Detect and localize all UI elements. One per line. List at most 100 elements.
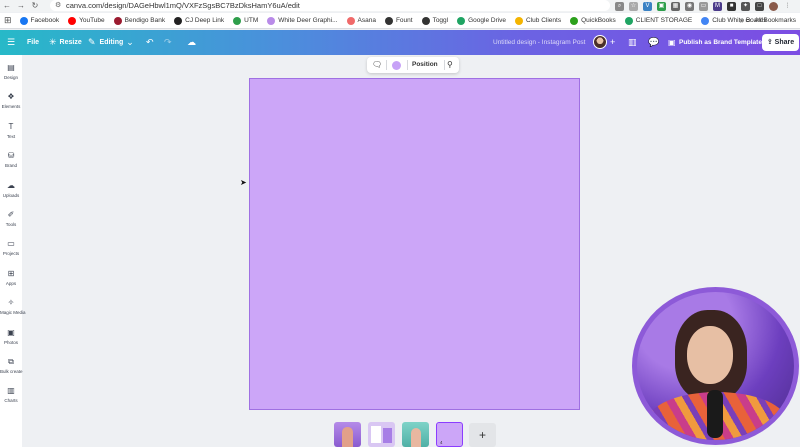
bookmark-label: Toggl — [432, 17, 449, 24]
sidebar-item-label: Design — [3, 75, 18, 80]
zoom-icon[interactable]: ⌕ — [615, 1, 624, 11]
file-menu[interactable]: File — [27, 30, 39, 55]
design-title[interactable]: Untitled design - Instagram Post — [493, 30, 586, 55]
sidebar-item-bulk-create[interactable]: ⧉ Bulk create — [0, 357, 23, 374]
text-icon: T — [8, 121, 14, 131]
bookmark-item[interactable]: CJ Deep Link — [174, 16, 224, 25]
sidebar-item-magic-media[interactable]: ✧ Magic Media — [0, 298, 26, 315]
bookmark-item[interactable]: Toggl — [421, 16, 449, 25]
ai-chat-icon[interactable]: 🗨 — [372, 60, 382, 70]
page-thumbnail[interactable] — [368, 422, 395, 447]
extension-green-icon[interactable]: ▣ — [657, 1, 666, 11]
bookmark-label: Asana — [357, 17, 376, 24]
apps-grid-icon[interactable]: ⊞ — [4, 15, 12, 26]
page-thumbnail-current[interactable]: 4 — [436, 422, 463, 447]
bookmark-favicon-icon — [68, 16, 77, 25]
pencil-icon: ✎ — [88, 37, 96, 47]
bookmark-item[interactable]: Fount — [384, 16, 413, 25]
bookmark-item[interactable]: White Deer Graphi... — [267, 16, 338, 25]
bookmark-item[interactable]: Club Clients — [515, 16, 562, 25]
reload-icon[interactable]: ↻ — [28, 0, 42, 12]
all-bookmarks-button[interactable]: ▭ All Bookmarks — [745, 16, 796, 25]
editing-mode-button[interactable]: ✎ Editing ⌄ — [88, 30, 134, 55]
share-label: Share — [774, 39, 795, 46]
browser-menu-icon[interactable]: ⋮ — [783, 2, 792, 11]
sidebar-item-label: Elements — [1, 104, 21, 110]
bookmark-item[interactable]: Asana — [346, 16, 376, 25]
publish-brand-template-button[interactable]: ▣ Publish as Brand Template — [668, 35, 762, 50]
page-thumbnail[interactable] — [402, 422, 429, 447]
page-thumbnail[interactable] — [334, 422, 361, 447]
sidebar-item-label: Charts — [4, 398, 18, 404]
publish-label: Publish as Brand Template — [679, 39, 762, 46]
back-icon[interactable]: ← — [0, 0, 14, 12]
extension-box-icon[interactable]: □ — [755, 1, 764, 11]
extension-dark-icon[interactable]: ■ — [727, 1, 736, 11]
sidebar-item-label: Apps — [5, 280, 17, 286]
extensions-area: ⌕ ☆ V ▣ ▦ ◉ ▭ M ■ ✦ □ ⋮ — [615, 0, 792, 12]
extension-v-icon[interactable]: V — [643, 1, 652, 11]
bookmark-favicon-icon — [233, 16, 242, 25]
sidebar-item-elements[interactable]: ❖ Elements — [0, 92, 22, 109]
sidebar-item-charts[interactable]: ▥ Charts — [0, 386, 22, 403]
toolbar-divider — [386, 60, 387, 70]
sidebar-item-photos[interactable]: ▣ Photos — [0, 328, 22, 345]
user-avatar[interactable] — [593, 35, 607, 49]
bookmark-label: YouTube — [79, 17, 105, 24]
editor-toolbar: ☰ File ✳ Resize ✎ Editing ⌄ ↶ ↷ ☁ Untitl… — [0, 30, 800, 55]
cloud-sync-icon[interactable]: ☁ — [187, 30, 196, 55]
background-color-swatch[interactable] — [392, 61, 401, 70]
elements-icon: ❖ — [7, 92, 15, 102]
forward-icon[interactable]: → — [14, 0, 28, 12]
bookmarks-overflow-icon[interactable]: » — [740, 16, 744, 25]
insights-chart-icon[interactable]: ▥ — [628, 30, 637, 55]
bookmark-item[interactable]: Google Drive — [457, 16, 507, 25]
bookmark-label: Club Clients — [526, 17, 562, 24]
site-info-icon[interactable]: ⚙ — [55, 0, 61, 11]
charts-icon: ▥ — [7, 386, 15, 396]
star-icon[interactable]: ☆ — [629, 1, 638, 11]
all-bookmarks-label: All Bookmarks — [754, 16, 796, 24]
bookmark-item[interactable]: YouTube — [68, 16, 105, 25]
undo-icon[interactable]: ↶ — [146, 30, 154, 55]
extension-m-icon[interactable]: M — [713, 1, 722, 11]
add-page-button[interactable]: + — [469, 423, 496, 447]
left-sidebar: ▤ Design ❖ Elements T Text ⛁ Brand ☁ Uploads ✐ Tool… — [0, 55, 26, 447]
redo-icon[interactable]: ↷ — [164, 30, 172, 55]
extension-puzzle-icon[interactable]: ✦ — [741, 1, 750, 11]
bookmark-label: Google Drive — [468, 17, 507, 24]
bookmark-item[interactable]: QuickBooks — [570, 16, 616, 25]
sidebar-item-uploads[interactable]: ☁ Uploads — [0, 181, 22, 198]
comment-icon[interactable]: 💬 — [648, 30, 659, 55]
extension-grey-icon[interactable]: ▦ — [671, 1, 680, 11]
add-collaborator-icon[interactable]: + — [610, 30, 615, 55]
sidebar-item-tools[interactable]: ✐ Tools — [0, 210, 22, 227]
resize-button[interactable]: ✳ Resize — [49, 30, 82, 55]
share-button[interactable]: ⇪ Share — [762, 34, 799, 51]
sidebar-item-design[interactable]: ▤ Design — [0, 63, 22, 80]
menu-hamburger-icon[interactable]: ☰ — [7, 30, 15, 55]
position-button[interactable]: Position — [412, 57, 438, 73]
bookmark-item[interactable]: Facebook — [19, 16, 59, 25]
sidebar-item-apps[interactable]: ⊞ Apps — [0, 269, 22, 286]
sidebar-item-text[interactable]: T Text — [0, 122, 22, 139]
extension-image-icon[interactable]: ▭ — [699, 1, 708, 11]
bookmark-item[interactable]: UTM — [233, 16, 258, 25]
paint-roller-icon[interactable]: ⚲ — [447, 60, 453, 70]
bookmark-label: Fount — [395, 17, 413, 24]
sidebar-item-label: Uploads — [2, 192, 20, 198]
browser-address-row: ← → ↻ ⚙ canva.com/design/DAGeHbwl1mQ/VXF… — [0, 0, 800, 12]
bookmark-item[interactable]: CLIENT STORAGE — [624, 16, 692, 25]
bookmark-favicon-icon — [384, 16, 393, 25]
address-bar[interactable]: ⚙ canva.com/design/DAGeHbwl1mQ/VXFzSgsBC… — [50, 0, 610, 11]
bookmark-favicon-icon — [174, 16, 183, 25]
sidebar-item-projects[interactable]: ▭ Projects — [0, 239, 22, 256]
extension-camera-icon[interactable]: ◉ — [685, 1, 694, 11]
design-canvas[interactable] — [249, 78, 580, 410]
bookmark-item[interactable]: Bendigo Bank — [113, 16, 166, 25]
profile-avatar-icon[interactable] — [769, 1, 778, 11]
bookmarks-bar: ⊞ Facebook YouTube Bendigo Bank CJ Deep Lin… — [0, 13, 800, 29]
share-icon: ⇪ — [766, 39, 773, 46]
sidebar-item-brand[interactable]: ⛁ Brand — [0, 151, 22, 168]
bookmark-label: Bendigo Bank — [124, 17, 166, 24]
